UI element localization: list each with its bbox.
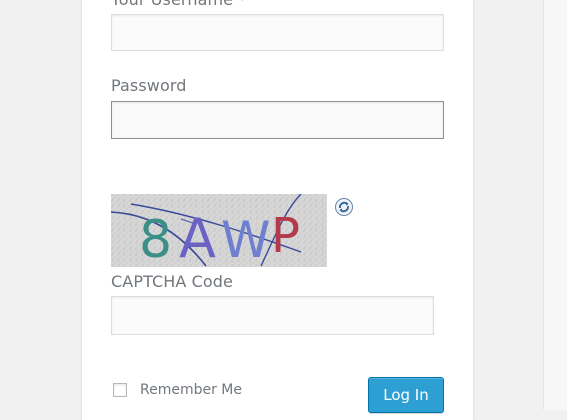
username-label: Your Username * [111, 0, 246, 9]
password-input[interactable] [111, 101, 444, 139]
captcha-char-2: A [179, 207, 216, 267]
login-button[interactable]: Log In [368, 377, 444, 413]
captcha-image: 8 A W P [111, 194, 327, 267]
refresh-icon[interactable] [334, 197, 354, 217]
remember-me-label[interactable]: Remember Me [140, 382, 242, 398]
right-side-panel [543, 0, 567, 410]
remember-me-row: Remember Me [111, 382, 242, 398]
captcha-label: CAPTCHA Code [111, 272, 233, 291]
password-label: Password [111, 76, 187, 95]
username-input[interactable] [111, 14, 444, 51]
captcha-char-1: 8 [139, 210, 172, 267]
captcha-char-4: P [271, 208, 300, 264]
captcha-char-3: W [221, 211, 270, 267]
required-marker: * [238, 0, 246, 9]
checkbox-icon[interactable] [113, 383, 127, 397]
captcha-input[interactable] [111, 296, 434, 335]
